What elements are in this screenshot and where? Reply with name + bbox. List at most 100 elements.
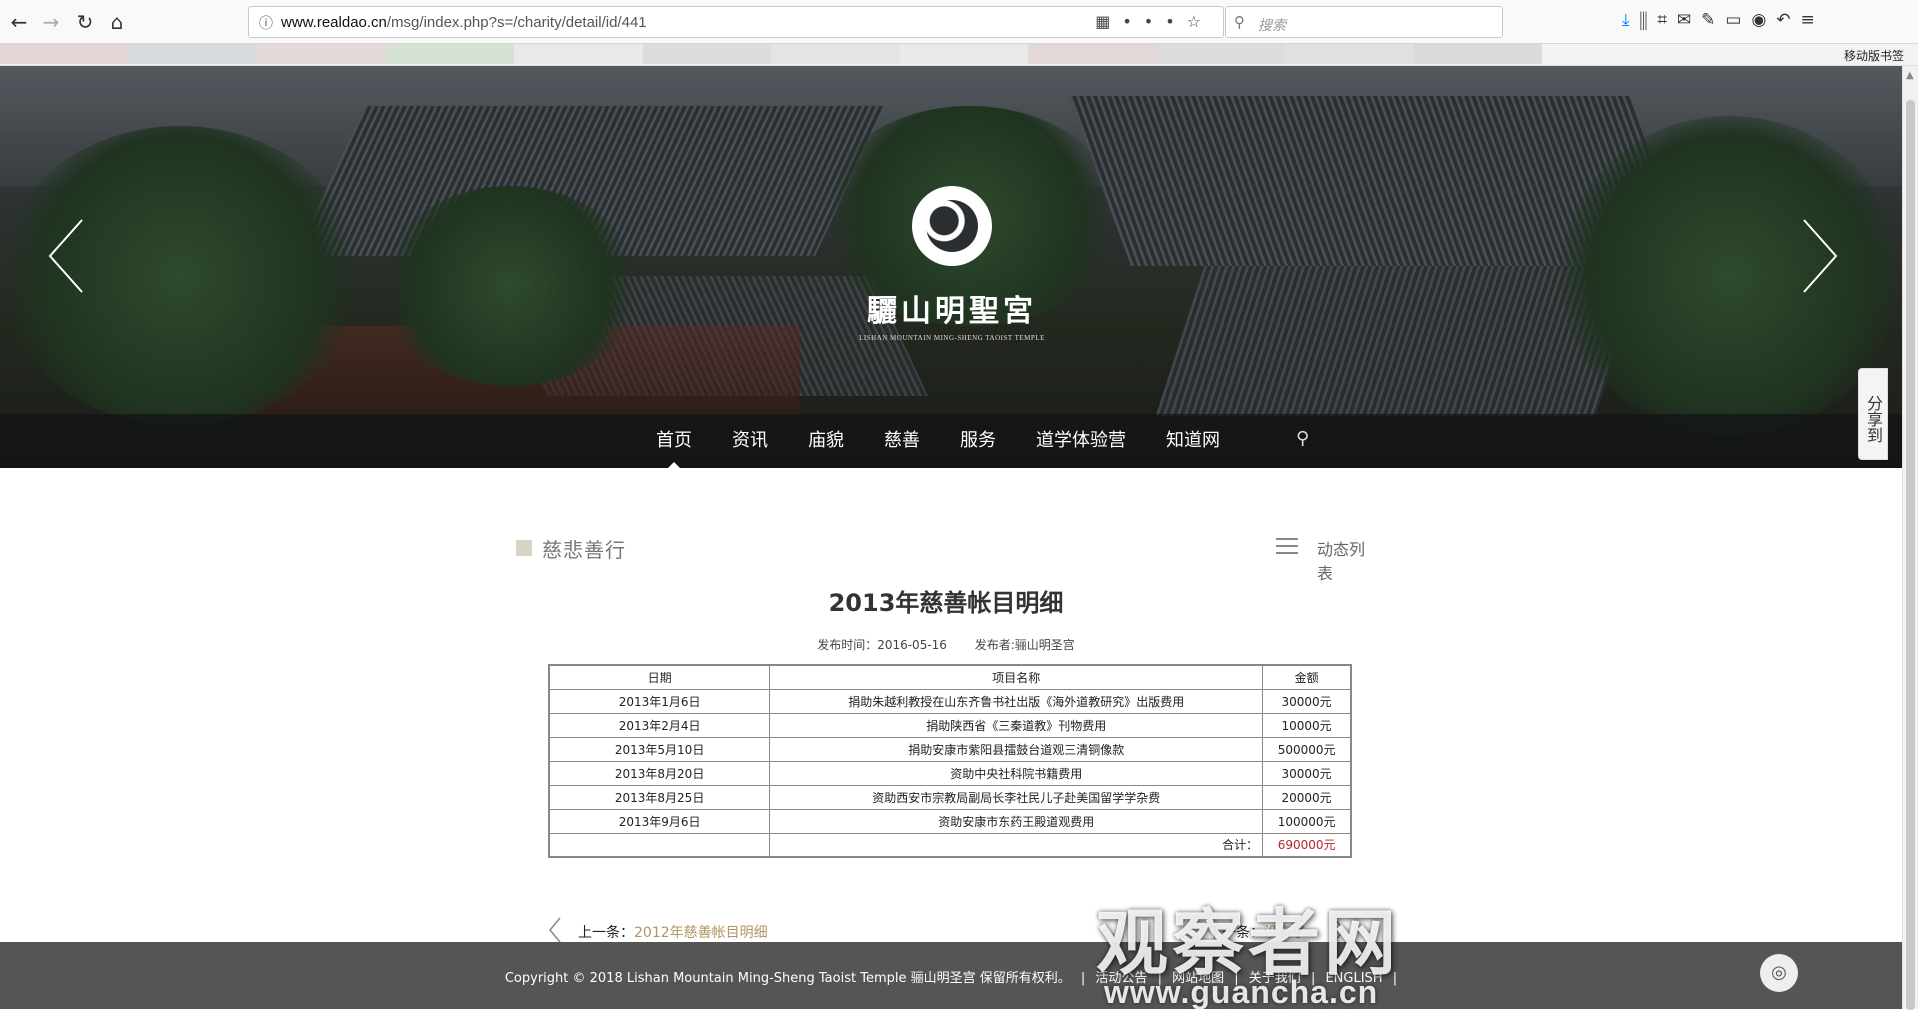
table-cell: 2013年5月10日 <box>548 736 771 762</box>
column-header: 项目名称 <box>769 664 1264 690</box>
column-header: 金额 <box>1262 664 1352 690</box>
reload-icon[interactable]: ↻ <box>72 9 98 35</box>
bookmark-item[interactable] <box>899 44 1028 64</box>
url-text[interactable]: www.realdao.cn/msg/index.php?s=/charity/… <box>281 14 647 31</box>
table-cell: 2013年2月4日 <box>548 712 771 738</box>
footer-link-sitemap[interactable]: 网站地图 <box>1172 971 1224 986</box>
footer-link-about[interactable]: 关于我们 <box>1249 971 1301 986</box>
library-icon[interactable]: ⫼ <box>1640 10 1658 30</box>
nav-item[interactable]: 道学体验营 <box>1036 414 1126 468</box>
table-cell: 30000元 <box>1262 688 1352 714</box>
table-cell: 30000元 <box>1262 760 1352 786</box>
site-logo[interactable]: 驪山明聖宮 LISHAN MOUNTAIN MING-SHENG TAOIST … <box>852 186 1052 366</box>
address-bar[interactable]: ⓘ www.realdao.cn/msg/index.php?s=/charit… <box>248 6 1224 38</box>
bookmark-star-icon[interactable]: ☆ <box>1187 12 1213 31</box>
nav-search-icon[interactable]: ⚲ <box>1296 428 1309 449</box>
nav-item[interactable]: 首页 <box>656 414 692 468</box>
extension-icon[interactable]: ◉ <box>1751 10 1776 30</box>
forward-icon[interactable]: → <box>38 9 64 35</box>
nav-item[interactable]: 庙貌 <box>808 414 844 468</box>
publish-time: 发布时间：2016-05-16 <box>817 638 947 652</box>
prev-arrow-icon[interactable] <box>548 916 562 944</box>
nav-item[interactable]: 服务 <box>960 414 996 468</box>
evernote-icon[interactable]: ✎ <box>1701 10 1725 30</box>
scrollbar-thumb[interactable] <box>1906 100 1915 1010</box>
nav-item[interactable]: 资讯 <box>732 414 768 468</box>
bookmark-item[interactable] <box>771 44 900 64</box>
section-header: 慈悲善行 动态列表 <box>516 534 1376 583</box>
table-cell: 2013年1月6日 <box>548 688 771 714</box>
bookmark-item[interactable] <box>1413 44 1542 64</box>
hero-banner: 驪山明聖宮 LISHAN MOUNTAIN MING-SHENG TAOIST … <box>0 66 1902 468</box>
charity-table: 日期 项目名称 金额 2013年1月6日 捐助朱越利教授在山东齐鲁书社出版《海外道… <box>548 664 1352 858</box>
page-scrollbar[interactable]: ▲ <box>1902 66 1918 1010</box>
section-square-icon <box>516 540 532 556</box>
table-row: 2013年9月6日 资助安康市东药王殿道观费用 100000元 <box>548 808 1352 834</box>
table-cell: 捐助陕西省《三秦道教》刊物费用 <box>769 712 1264 738</box>
home-icon[interactable]: ⌂ <box>104 9 130 35</box>
site-info-icon[interactable]: ⓘ <box>259 13 273 33</box>
footer-link-english[interactable]: ENGLISH <box>1325 971 1382 986</box>
table-cell: 2013年8月25日 <box>548 784 771 810</box>
undo-icon[interactable]: ↶ <box>1776 10 1800 30</box>
toolbar-icons: ⤓⫼⌗✉✎▭◉↶≡ <box>1622 10 1825 30</box>
carousel-next-arrow-icon[interactable] <box>1800 216 1840 296</box>
footer-divider: | <box>1234 971 1239 986</box>
table-row: 2013年2月4日 捐助陕西省《三秦道教》刊物费用 10000元 <box>548 712 1352 738</box>
bookmark-item[interactable] <box>1285 44 1414 64</box>
page-actions-icon[interactable]: ••• <box>1122 12 1186 31</box>
search-placeholder: 搜索 <box>1258 18 1286 34</box>
table-cell: 500000元 <box>1262 736 1352 762</box>
prev-label: 上一条： <box>578 925 634 941</box>
back-icon[interactable]: ← <box>6 9 32 35</box>
logo-subtitle: LISHAN MOUNTAIN MING-SHENG TAOIST TEMPLE <box>859 334 1045 342</box>
prev-article-link[interactable]: 2012年慈善帐目明细 <box>634 925 768 941</box>
bookmark-item[interactable] <box>514 44 643 64</box>
urlbar-tools: ▦•••☆ <box>1095 12 1213 31</box>
next-article[interactable]: 下一条：没有了 <box>1208 922 1306 942</box>
weibo-icon[interactable]: ◎ <box>1760 954 1798 992</box>
download-icon[interactable]: ⤓ <box>1622 10 1640 30</box>
table-cell: 资助西安市宗教局副局长李社民儿子赴美国留学学杂费 <box>769 784 1264 810</box>
mobile-bookmarks[interactable]: 移动版书签 <box>1844 47 1904 64</box>
tree <box>380 186 640 386</box>
bookmark-items[interactable] <box>0 44 1542 64</box>
list-link[interactable]: 动态列表 <box>1317 536 1376 584</box>
list-icon[interactable] <box>1276 538 1298 554</box>
footer-divider: | <box>1392 971 1398 986</box>
qr-code-icon[interactable]: ▦ <box>1095 12 1122 31</box>
nav-item[interactable]: 慈善 <box>884 414 920 468</box>
footer-link-announcements[interactable]: 活动公告 <box>1095 971 1147 986</box>
article-meta: 发布时间：2016-05-16 发布者:骊山明圣宫 <box>516 636 1376 653</box>
next-article-link[interactable]: 没有了 <box>1264 925 1306 941</box>
footer-divider: | <box>1310 971 1316 986</box>
nav-list: 首页 资讯 庙貌 慈善 服务 道学体验营 知道网 <box>656 414 1260 468</box>
logo-name: 驪山明聖宮 <box>867 294 1037 329</box>
total-value: 690000元 <box>1262 832 1352 858</box>
menu-icon[interactable]: ≡ <box>1801 10 1825 30</box>
bookmark-item[interactable] <box>1028 44 1157 64</box>
search-box[interactable]: ⚲ 搜索 <box>1225 6 1503 38</box>
table-cell: 捐助朱越利教授在山东齐鲁书社出版《海外道教研究》出版费用 <box>769 688 1264 714</box>
bookmark-item[interactable] <box>1156 44 1285 64</box>
screenshot-icon[interactable]: ⌗ <box>1657 10 1677 30</box>
bookmark-item[interactable] <box>385 44 514 64</box>
scroll-up-icon[interactable]: ▲ <box>1906 70 1914 81</box>
nav-item[interactable]: 知道网 <box>1166 414 1220 468</box>
carousel-prev-arrow-icon[interactable] <box>46 216 86 296</box>
bookmark-item[interactable] <box>642 44 771 64</box>
table-row: 2013年1月6日 捐助朱越利教授在山东齐鲁书社出版《海外道教研究》出版费用 300… <box>548 688 1352 714</box>
next-arrow-icon[interactable] <box>1332 916 1346 944</box>
prev-article[interactable]: 上一条：2012年慈善帐目明细 <box>578 922 768 942</box>
sidebar-icon[interactable]: ▭ <box>1725 10 1751 30</box>
url-domain: www.realdao.cn <box>281 14 387 31</box>
table-cell: 资助安康市东药王殿道观费用 <box>769 808 1264 834</box>
next-label: 下一条： <box>1208 925 1264 941</box>
bookmark-item[interactable] <box>0 44 129 64</box>
chat-icon[interactable]: ✉ <box>1677 10 1701 30</box>
share-button[interactable]: 分享到 <box>1858 368 1888 460</box>
total-empty-cell <box>548 832 771 858</box>
bookmark-item[interactable] <box>128 44 257 64</box>
bookmark-item[interactable] <box>257 44 386 64</box>
url-path: /msg/index.php?s=/charity/detail/id/441 <box>386 14 647 31</box>
